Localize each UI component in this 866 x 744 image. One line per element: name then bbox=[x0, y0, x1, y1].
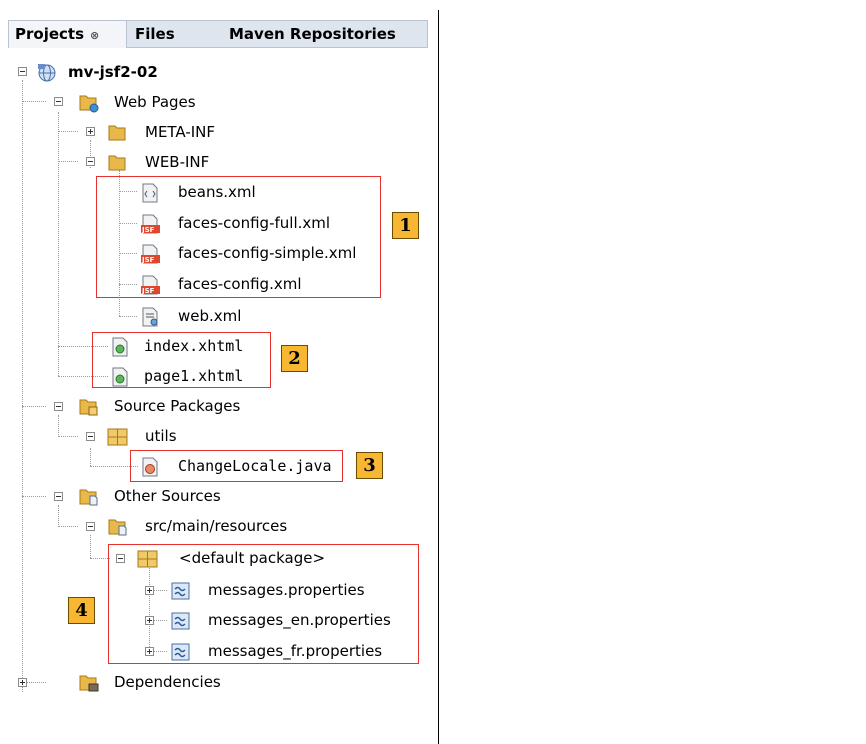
tree-node-dependencies[interactable]: Dependencies bbox=[78, 671, 278, 693]
folder-icon bbox=[107, 153, 127, 171]
highlight-box-2 bbox=[92, 332, 271, 388]
other-sources-collapse-toggle[interactable] bbox=[54, 492, 63, 501]
tree-node-label: Other Sources bbox=[114, 487, 221, 505]
web-project-icon bbox=[36, 63, 56, 82]
tree-node-label: META-INF bbox=[145, 123, 216, 141]
tree-node-source-packages[interactable]: Source Packages bbox=[78, 395, 278, 417]
folder-icon bbox=[107, 123, 127, 141]
highlight-box-1 bbox=[96, 176, 381, 298]
tree-node-web-pages[interactable]: Web Pages bbox=[78, 91, 238, 113]
other-sources-folder-icon bbox=[78, 487, 98, 506]
tree-node-web-inf[interactable]: WEB-INF bbox=[107, 151, 247, 173]
badge-2: 2 bbox=[281, 345, 308, 372]
tree-node-web-xml[interactable]: web.xml bbox=[140, 305, 280, 327]
tree-node-src-main-resources[interactable]: src/main/resources bbox=[107, 515, 327, 537]
badge-3: 3 bbox=[356, 452, 383, 479]
badge-1: 1 bbox=[392, 212, 419, 239]
highlight-box-3 bbox=[130, 450, 343, 482]
tree-node-root[interactable]: mv-jsf2-02 bbox=[36, 61, 196, 83]
tree-node-label: WEB-INF bbox=[145, 153, 210, 171]
web-pages-folder-icon bbox=[78, 93, 99, 113]
source-packages-collapse-toggle[interactable] bbox=[54, 402, 63, 411]
tree-node-label: Source Packages bbox=[114, 397, 241, 415]
meta-inf-expand-toggle[interactable] bbox=[86, 127, 95, 136]
resources-collapse-toggle[interactable] bbox=[86, 522, 95, 531]
utils-collapse-toggle[interactable] bbox=[86, 432, 95, 441]
package-icon bbox=[107, 427, 128, 446]
dependencies-expand-toggle[interactable] bbox=[18, 678, 27, 687]
project-tree: mv-jsf2-02 Web Pages META-INF WEB-INF be… bbox=[0, 0, 440, 744]
tree-node-label: utils bbox=[145, 427, 177, 445]
tree-node-label: src/main/resources bbox=[145, 517, 288, 535]
tree-node-label: Dependencies bbox=[114, 673, 221, 691]
tree-node-label: web.xml bbox=[178, 307, 242, 325]
badge-4: 4 bbox=[68, 597, 95, 624]
web-pages-collapse-toggle[interactable] bbox=[54, 97, 63, 106]
highlight-box-4 bbox=[108, 544, 419, 664]
tree-node-label: Web Pages bbox=[114, 93, 196, 111]
tree-node-label: mv-jsf2-02 bbox=[68, 63, 158, 81]
descriptor-file-icon bbox=[140, 307, 160, 327]
root-collapse-toggle[interactable] bbox=[18, 67, 27, 76]
tree-node-utils[interactable]: utils bbox=[107, 425, 207, 447]
web-inf-collapse-toggle[interactable] bbox=[86, 157, 95, 166]
tree-node-meta-inf[interactable]: META-INF bbox=[107, 121, 247, 143]
resources-folder-icon bbox=[107, 517, 127, 536]
source-packages-folder-icon bbox=[78, 397, 98, 416]
tree-node-other-sources[interactable]: Other Sources bbox=[78, 485, 278, 507]
dependencies-folder-icon bbox=[78, 673, 99, 692]
